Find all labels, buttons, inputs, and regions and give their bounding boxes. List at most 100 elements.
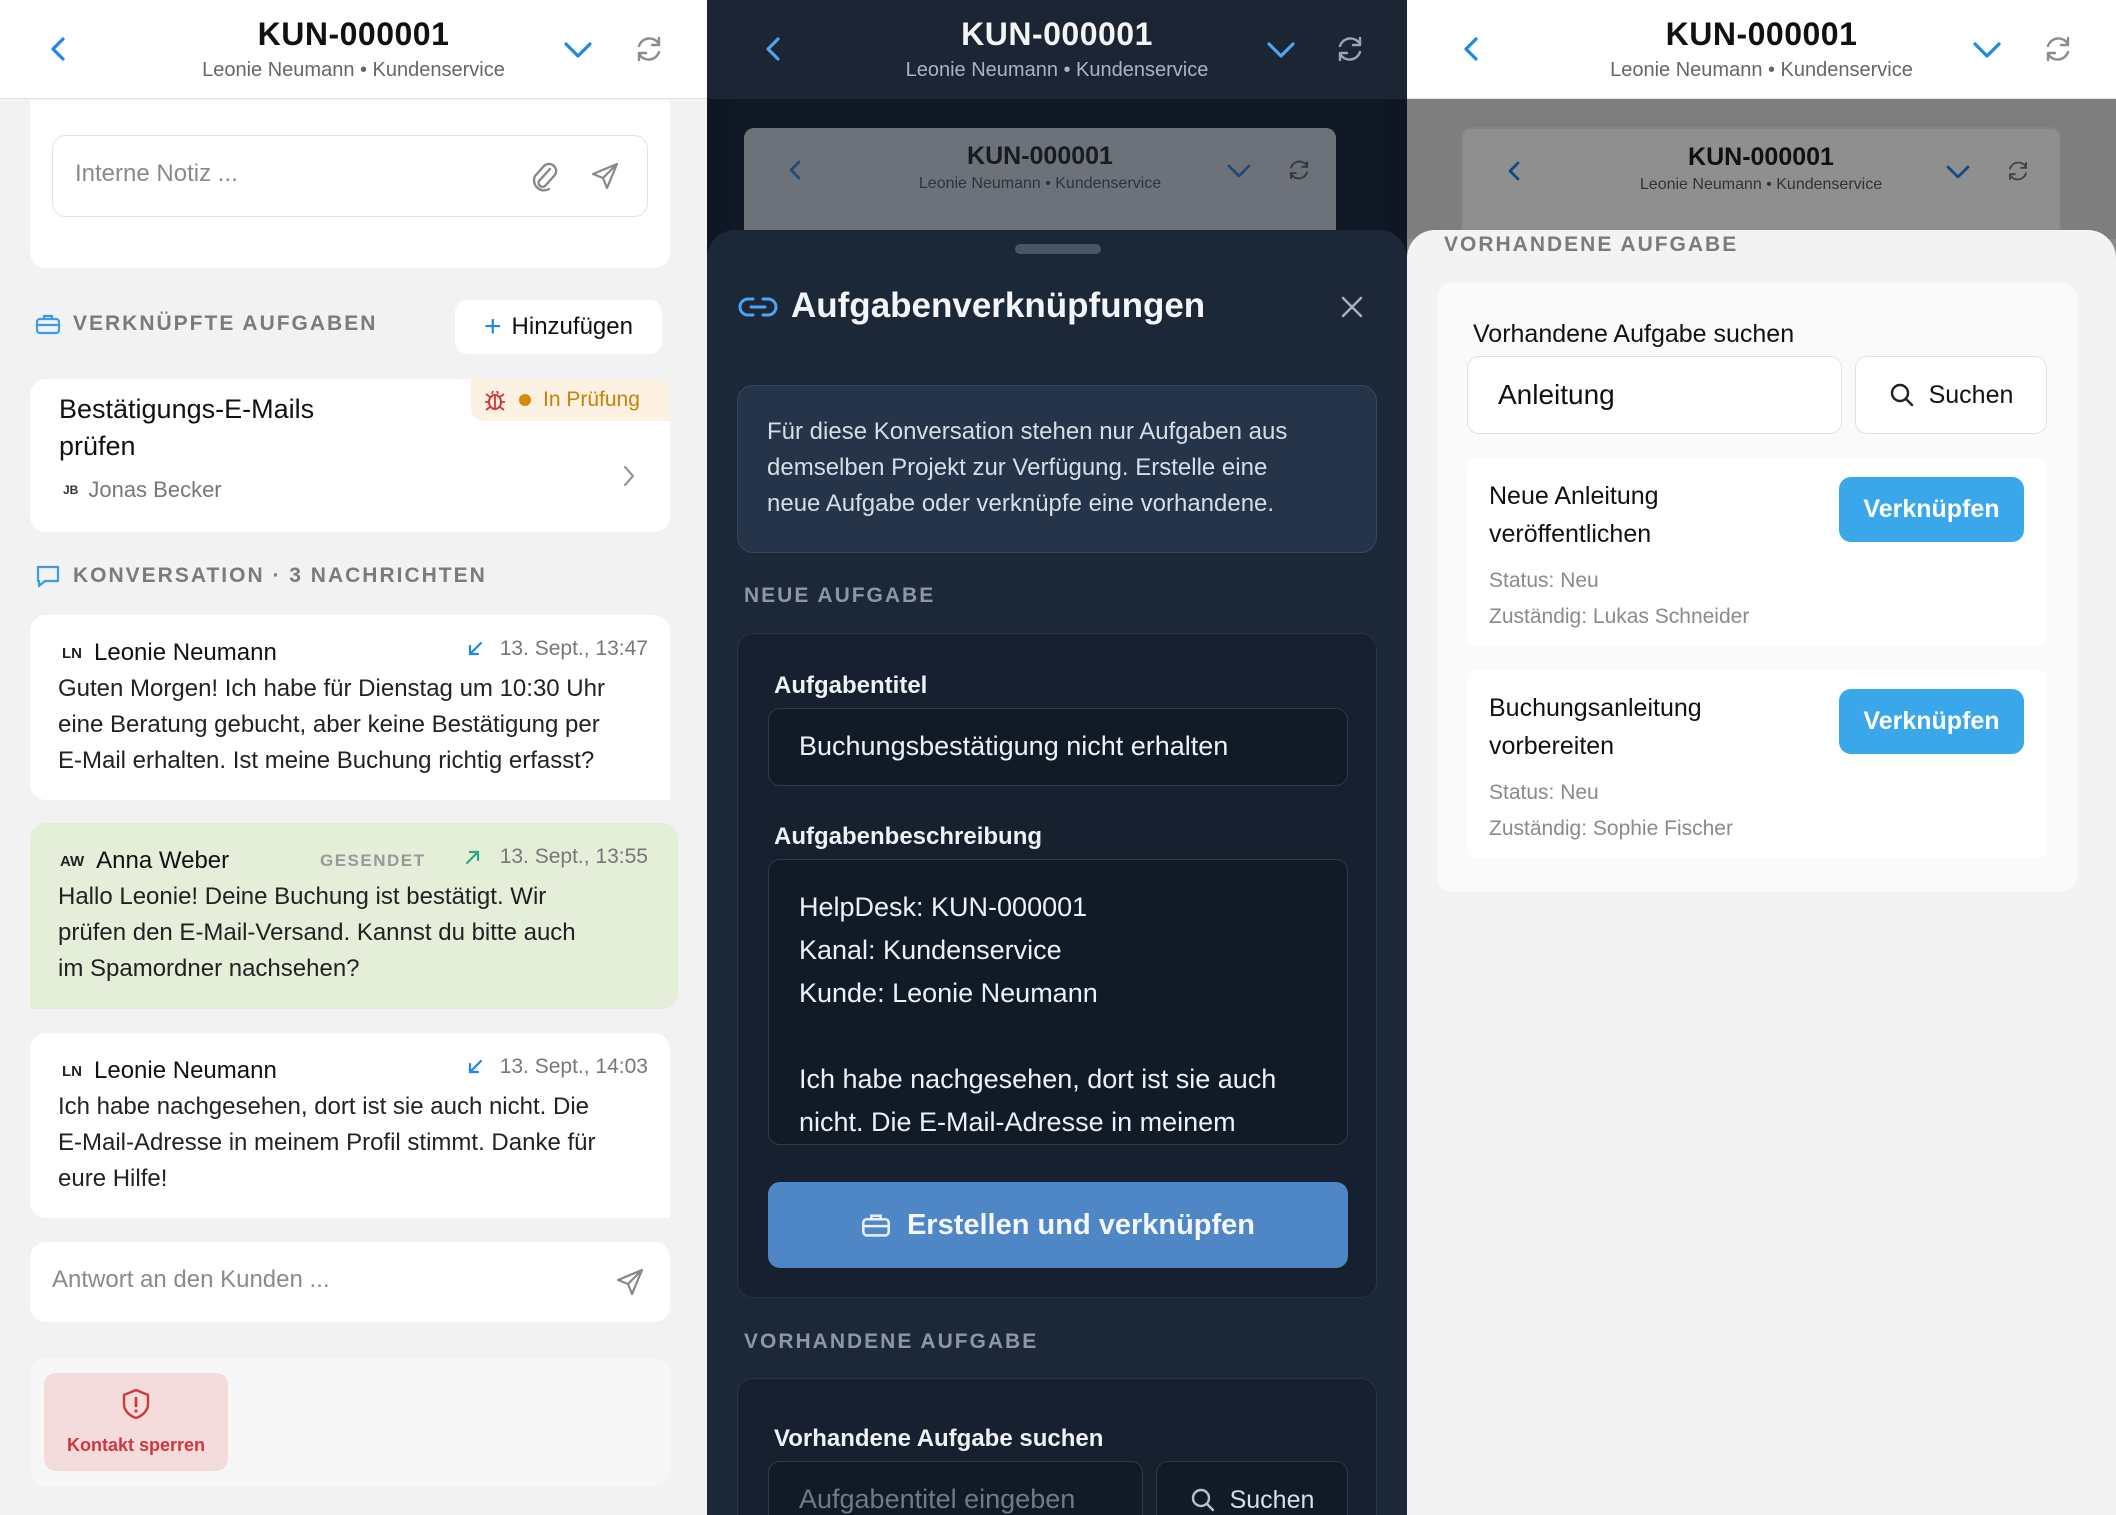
description-line: HelpDesk: KUN-000001 [799,892,1088,922]
chevron-down-icon[interactable] [1971,36,2003,64]
message-author: Anna Weber [96,847,230,874]
incoming-arrow-icon [468,1059,482,1074]
block-contact-button[interactable]: Kontakt sperren [44,1373,228,1471]
search-placeholder: Aufgabentitel eingeben [799,1484,1076,1514]
header-titles: KUN-000001 Leonie Neumann • Kundenservic… [0,16,707,82]
link-button[interactable]: Verknüpfen [1839,477,2024,542]
assignee-name: Jonas Becker [88,477,222,502]
linked-tasks-text: VERKNÜPFTE AUFGABEN [73,312,378,335]
result-title-line: veröffentlichen [1489,520,1652,548]
message-card: LN Leonie Neumann 13. Sept., 14:03 Ich h… [30,1033,670,1218]
bottom-sheet: VORHANDENE AUFGABE Vorhandene Aufgabe su… [1407,230,2116,1515]
preview-header: KUN-000001 Leonie Neumann • Kundenservic… [744,128,1336,238]
message-author: Leonie Neumann [94,1057,277,1084]
task-search-input[interactable]: Anleitung [1467,356,1842,434]
description-line: Ich habe nachgesehen, dort ist sie auch [799,1064,1277,1094]
task-description-textarea[interactable]: HelpDesk: KUN-000001 Kanal: Kundenservic… [768,859,1348,1145]
description-line: nicht. Die E-Mail-Adresse in meinem [799,1107,1236,1137]
ticket-header: KUN-000001 Leonie Neumann • Kundenservic… [0,0,707,99]
message-card-sent: AW Anna Weber GESENDET 13. Sept., 13:55 … [30,823,678,1009]
send-icon[interactable] [589,160,621,192]
refresh-icon [2009,161,2027,181]
result-meta: Status: Neu Zuständig: Sophie Fischer [1489,775,1733,847]
outgoing-arrow-icon [465,850,479,865]
message-initials: AW [60,852,85,870]
note-input[interactable]: Interne Notiz ... [52,135,648,217]
refresh-icon[interactable] [634,34,664,64]
message-author: Leonie Neumann [94,639,277,666]
incoming-arrow-icon [468,641,482,656]
search-icon [1191,1488,1214,1512]
bottom-sheet: Aufgabenverknüpfungen Für diese Konversa… [707,230,1407,1515]
info-box: Für diese Konversation stehen nur Aufgab… [737,385,1377,553]
message-meta: 13. Sept., 13:55 [464,845,648,869]
create-button-label: Erstellen und verknüpfen [906,1208,1256,1241]
briefcase-icon [35,314,61,335]
ticket-id: KUN-000001 [1665,16,1858,52]
plus-icon: + [484,310,502,343]
chevron-down-icon [1946,165,1970,179]
ticket-id: KUN-000001 [257,16,450,52]
search-value: Anleitung [1498,379,1615,410]
message-line: prüfen den E-Mail-Versand. Kannst du bit… [58,919,576,946]
existing-task-search-panel: KUN-000001 Leonie Neumann • Kundenservic… [1407,0,2116,1515]
link-button[interactable]: Verknüpfen [1839,689,2024,754]
drag-handle[interactable] [1015,244,1101,254]
task-title-value: Buchungsbestätigung nicht erhalten [799,731,1229,761]
message-line: eure Hilfe! [58,1165,168,1192]
search-button[interactable]: Suchen [1156,1461,1348,1515]
add-task-button[interactable]: + Hinzufügen [455,300,662,354]
linked-task-card[interactable]: Bestätigungs-E-Mails prüfen In Prüfung J… [30,379,670,532]
close-icon[interactable] [1339,294,1365,320]
paperclip-icon[interactable] [529,160,559,194]
shield-icon [122,1388,150,1420]
result-assignee: Zuständig: Lukas Schneider [1489,605,1750,628]
message-time: 13. Sept., 13:47 [499,637,648,660]
reply-input[interactable]: Antwort an den Kunden ... [30,1242,670,1322]
ticket-header: KUN-000001 Leonie Neumann • Kundenservic… [707,0,1407,99]
existing-task-label: VORHANDENE AUFGABE [1444,233,1739,256]
message-time: 13. Sept., 14:03 [499,1055,648,1078]
message-line: Ich habe nachgesehen, dort ist sie auch … [58,1093,589,1120]
ticket-subtitle: Leonie Neumann • Kundenservice [202,59,505,81]
reply-placeholder: Antwort an den Kunden ... [52,1266,330,1293]
sheet-title: Aufgabenverknüpfungen [791,286,1206,325]
message-body: Hallo Leonie! Deine Buchung ist bestätig… [58,879,576,987]
status-badge: In Prüfung [471,379,670,421]
refresh-icon[interactable] [1335,34,1365,64]
message-line: Guten Morgen! Ich habe für Dienstag um 1… [58,675,605,702]
message-meta: 13. Sept., 13:47 [466,637,648,661]
task-title-line2: prüfen [59,431,136,461]
search-button-label: Suchen [1229,1485,1315,1514]
existing-task-label: VORHANDENE AUFGABE [744,1330,1039,1353]
message-line: eine Beratung gebucht, aber keine Bestät… [58,711,600,738]
search-button-label: Suchen [1928,380,2014,409]
task-title: Bestätigungs-E-Mails prüfen [59,391,314,465]
note-card: Interne Notiz ... [30,100,670,268]
create-and-link-button[interactable]: Erstellen und verknüpfen [768,1182,1348,1268]
info-line: demselben Projekt zur Verfügung. Erstell… [767,454,1268,481]
search-button[interactable]: Suchen [1855,356,2047,434]
message-line: Hallo Leonie! Deine Buchung ist bestätig… [58,883,547,910]
preview-header: KUN-000001 Leonie Neumann • Kundenservic… [1461,127,2061,237]
info-line: neue Aufgabe oder verknüpfe eine vorhand… [767,490,1275,517]
existing-task-card: Vorhandene Aufgabe suchen Anleitung Such… [1437,282,2077,892]
result-status: Status: Neu [1489,569,1599,592]
task-links-sheet-panel: KUN-000001 Leonie Neumann • Kundenservic… [707,0,1407,1515]
refresh-icon[interactable] [2043,34,2073,64]
send-icon[interactable] [614,1266,646,1298]
chevron-down-icon[interactable] [1265,36,1297,64]
task-title-input[interactable]: Buchungsbestätigung nicht erhalten [768,708,1348,786]
result-title: Buchungsanleitung vorbereiten [1489,689,1702,765]
chevron-right-icon [623,465,635,487]
chevron-down-icon[interactable] [562,36,594,64]
new-task-label: NEUE AUFGABE [744,584,936,607]
message-meta: 13. Sept., 14:03 [466,1055,648,1079]
ticket-id: KUN-000001 [961,16,1153,52]
link-icon [738,297,778,317]
message-line: E-Mail-Adresse in meinem Profil stimmt. … [58,1129,596,1156]
task-search-input[interactable]: Aufgabentitel eingeben [768,1461,1143,1515]
message-line: E-Mail erhalten. Ist meine Buchung richt… [58,747,595,774]
status-text: In Prüfung [543,388,640,411]
message-initials: LN [62,644,82,662]
